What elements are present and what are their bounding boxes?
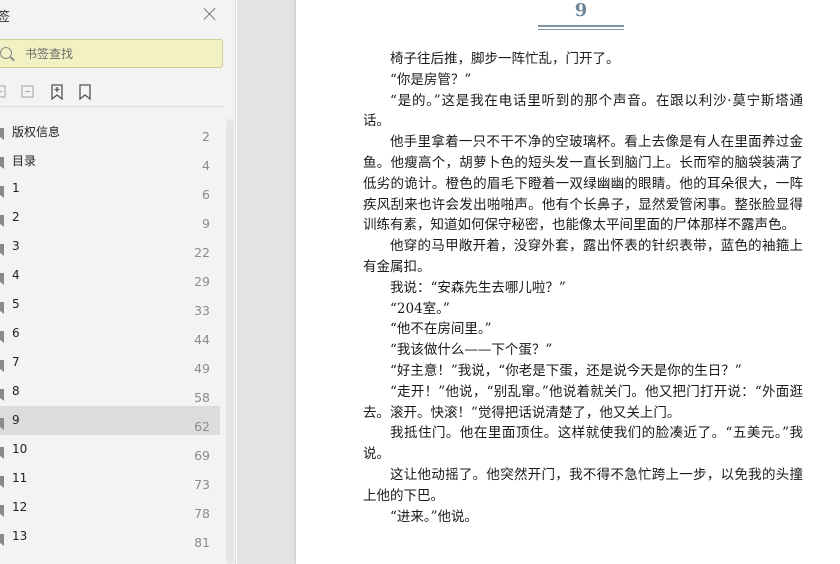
bookmark-item[interactable]: 12 78 bbox=[0, 493, 220, 522]
bookmark-flag-icon bbox=[0, 357, 5, 372]
bookmark-flag-icon bbox=[0, 241, 5, 256]
chapter-rule bbox=[538, 25, 624, 27]
bookmark-flag-icon bbox=[0, 212, 5, 227]
bookmark-item[interactable]: 10 69 bbox=[0, 435, 220, 464]
bookmark-label: 10 bbox=[12, 442, 28, 456]
bookmark-page-number: 2 bbox=[202, 129, 210, 144]
paragraph: “我该做什么——下个蛋？” bbox=[390, 342, 553, 359]
paragraph: 椅子往后推，脚步一阵忙乱，门开了。 bbox=[390, 51, 620, 67]
bookmark-item[interactable]: 9 62 bbox=[0, 406, 220, 435]
bookmark-page-number: 6 bbox=[202, 187, 210, 202]
document-page: 9 椅子往后推，脚步一阵忙乱，门开了。 “你是房管？” “是的。”这是我在电话里听到… bbox=[296, 0, 840, 564]
bookmark-page-number: 49 bbox=[194, 361, 210, 376]
bookmark-flag-icon bbox=[0, 444, 5, 459]
panel-title: 签 bbox=[0, 6, 10, 25]
bookmark-label: 13 bbox=[12, 529, 28, 543]
bookmark-panel: 签 版权信息2目录4162932242953364474985896210691… bbox=[0, 0, 236, 564]
bookmark-flag-icon bbox=[0, 270, 5, 285]
add-bookmark-icon[interactable] bbox=[49, 83, 65, 101]
bookmark-label: 7 bbox=[12, 355, 20, 369]
bookmark-label: 目录 bbox=[12, 154, 37, 168]
document-viewer: 9 椅子往后推，脚步一阵忙乱，门开了。 “你是房管？” “是的。”这是我在电话里听到… bbox=[237, 0, 840, 564]
paragraph: 我抵住门。他在里面顶住。这样就使我们的脸凑近了。“五美元。”我说。 bbox=[363, 425, 803, 463]
bookmark-page-number: 22 bbox=[194, 245, 210, 260]
paragraph: “好主意！”我说，“你老是下蛋，还是说今天是你的生日？” bbox=[390, 362, 742, 379]
bookmark-page-number: 4 bbox=[202, 158, 210, 173]
bookmark-search-box[interactable] bbox=[0, 39, 223, 68]
bookmark-search-input[interactable] bbox=[25, 44, 215, 64]
bookmark-item[interactable]: 7 49 bbox=[0, 348, 220, 377]
bookmark-flag-icon bbox=[0, 328, 5, 343]
bookmark-flag-icon bbox=[0, 386, 5, 401]
bookmark-item[interactable]: 5 33 bbox=[0, 290, 220, 319]
search-icon bbox=[0, 47, 12, 59]
chapter-text: 椅子往后推，脚步一阵忙乱，门开了。 “你是房管？” “是的。”这是我在电话里听到的那… bbox=[363, 49, 803, 527]
bookmark-item[interactable]: 16 bbox=[0, 174, 220, 203]
bookmark-icon[interactable] bbox=[77, 83, 93, 101]
expand-all-icon[interactable] bbox=[0, 83, 8, 101]
sidebar-scrollbar[interactable] bbox=[226, 119, 234, 564]
bookmark-flag-icon bbox=[0, 531, 5, 546]
bookmark-flag-icon bbox=[0, 473, 5, 488]
chapter-rule bbox=[538, 29, 624, 30]
paragraph: “是的。”这是我在电话里听到的那个声音。在跟以利沙·莫宁斯塔通话。 bbox=[363, 92, 803, 130]
bookmark-page-number: 78 bbox=[194, 506, 210, 521]
paragraph: 这让他动摇了。他突然开门，我不得不急忙跨上一步，以免我的头撞上他的下巴。 bbox=[363, 466, 803, 504]
bookmark-item[interactable]: 11 73 bbox=[0, 464, 220, 493]
bookmark-page-number: 29 bbox=[194, 274, 210, 289]
bookmark-flag-icon bbox=[0, 299, 5, 314]
bookmark-item[interactable]: 版权信息 2 bbox=[0, 116, 220, 145]
bookmark-label: 3 bbox=[12, 239, 20, 253]
bookmark-label: 11 bbox=[12, 471, 28, 485]
bookmark-label: 6 bbox=[12, 326, 20, 340]
bookmark-page-number: 9 bbox=[202, 216, 210, 231]
paragraph: “你是房管？” bbox=[390, 71, 472, 88]
bookmark-item[interactable]: 4 29 bbox=[0, 261, 220, 290]
bookmark-page-number: 73 bbox=[194, 477, 210, 492]
bookmark-page-number: 81 bbox=[194, 535, 210, 550]
bookmark-label: 1 bbox=[12, 181, 20, 195]
toolbar-divider bbox=[0, 106, 224, 107]
bookmark-flag-icon bbox=[0, 125, 5, 140]
collapse-all-icon[interactable] bbox=[20, 83, 36, 101]
bookmark-flag-icon bbox=[0, 183, 5, 198]
bookmark-item[interactable]: 13 81 bbox=[0, 522, 220, 551]
paragraph: “进来。”他说。 bbox=[390, 508, 479, 525]
bookmark-label: 8 bbox=[12, 384, 20, 398]
bookmark-flag-icon bbox=[0, 154, 5, 169]
chapter-number: 9 bbox=[574, 0, 588, 21]
bookmark-item[interactable]: 3 22 bbox=[0, 232, 220, 261]
paragraph: 他手里拿着一只不干不净的空玻璃杯。看上去像是有人在里面养过金鱼。他瘦高个，胡萝卜… bbox=[363, 134, 803, 234]
bookmark-label: 4 bbox=[12, 268, 20, 282]
paragraph: 我说：“安森先生去哪儿啦？” bbox=[390, 279, 566, 296]
bookmark-item[interactable]: 目录 4 bbox=[0, 145, 220, 174]
paragraph: “204室。” bbox=[390, 300, 450, 317]
bookmark-label: 5 bbox=[12, 297, 20, 311]
bookmark-label: 12 bbox=[12, 500, 28, 514]
bookmark-flag-icon bbox=[0, 502, 5, 517]
bookmark-page-number: 44 bbox=[194, 332, 210, 347]
bookmark-page-number: 58 bbox=[194, 390, 210, 405]
paragraph: 他穿的马甲敞开着，没穿外套，露出怀表的针织表带，蓝色的袖箍上有金属扣。 bbox=[363, 238, 803, 275]
bookmark-page-number: 69 bbox=[194, 448, 210, 463]
close-icon[interactable] bbox=[203, 7, 217, 21]
bookmark-label: 2 bbox=[12, 210, 20, 224]
bookmark-toolbar bbox=[0, 82, 224, 102]
bookmark-label: 版权信息 bbox=[12, 125, 61, 139]
bookmark-page-number: 62 bbox=[194, 419, 210, 434]
bookmark-item[interactable]: 6 44 bbox=[0, 319, 220, 348]
bookmark-item[interactable]: 29 bbox=[0, 203, 220, 232]
bookmark-flag-icon bbox=[0, 415, 5, 430]
paragraph: “他不在房间里。” bbox=[390, 321, 492, 338]
paragraph: “走开！”他说，“别乱窜。”他说着就关门。他又把门打开说：“外面逛去。滚开。快滚… bbox=[363, 383, 803, 421]
bookmark-page-number: 33 bbox=[194, 303, 210, 318]
bookmark-item[interactable]: 8 58 bbox=[0, 377, 220, 406]
bookmark-label: 9 bbox=[12, 413, 20, 427]
